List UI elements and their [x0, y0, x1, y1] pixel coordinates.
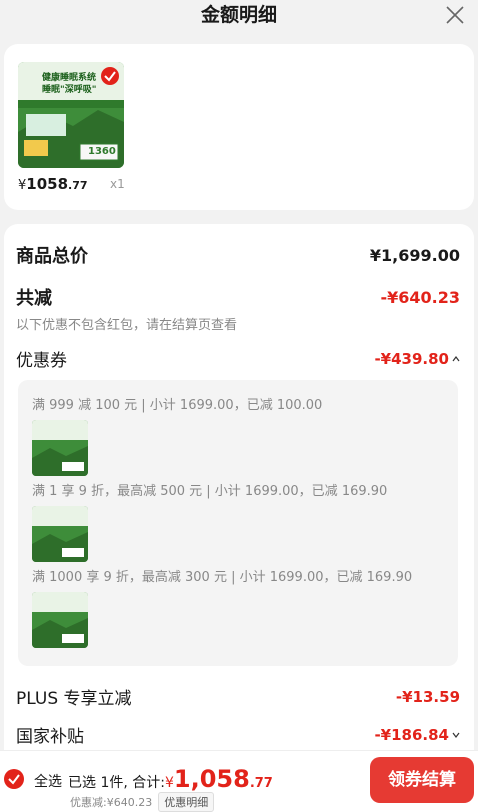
coupon-item-3: 满 1000 享 9 折，最高减 300 元 | 小计 1699.00，已减 1… — [32, 570, 413, 585]
coupon-value: -¥439.80 — [374, 349, 449, 368]
price-detail-card: 商品总价 ¥1,699.00 共减 -¥640.23 以下优惠不包含红包，请在结… — [4, 224, 474, 784]
product-price: ¥1058.77 — [18, 175, 88, 193]
checkout-button[interactable]: 领券结算 — [370, 757, 474, 803]
product-card: 健康睡眠系统 睡眠"深呼吸" 1360 ¥1058.77 x1 — [4, 44, 474, 210]
reduce-label: 共减 — [16, 288, 52, 309]
total-row: 商品总价 ¥1,699.00 — [16, 242, 460, 268]
total-value: ¥1,699.00 — [369, 245, 460, 265]
total-label: 商品总价 — [16, 246, 88, 267]
thumb-promo: 1360 — [88, 146, 116, 157]
chevron-down-icon[interactable] — [452, 731, 460, 739]
coupon-item-1-thumb — [32, 420, 88, 476]
coupon-item-3-thumb — [32, 592, 88, 648]
plus-value: -¥13.59 — [395, 687, 460, 706]
reduce-value: -¥640.23 — [380, 287, 460, 307]
product-quantity: x1 — [110, 177, 125, 191]
saving-info: 优惠减:¥640.23 优惠明细 — [70, 792, 215, 812]
header: 金额明细 — [0, 0, 478, 36]
order-summary: 已选 1件, 合计:¥1,058.77 — [68, 765, 273, 793]
coupon-item-2-thumb — [32, 506, 88, 562]
coupon-detail-box: 满 999 减 100 元 | 小计 1699.00，已减 100.00 满 1… — [18, 380, 458, 666]
plus-row: PLUS 专享立减 -¥13.59 — [16, 684, 460, 710]
subsidy-row[interactable]: 国家补贴 -¥186.84 — [16, 722, 460, 747]
checkout-bar: 全选 已选 1件, 合计:¥1,058.77 优惠减:¥640.23 优惠明细 领… — [0, 750, 478, 812]
select-all-label[interactable]: 全选 — [34, 771, 62, 791]
summary-prefix: 已选 1件, 合计: — [68, 775, 165, 791]
coupon-row[interactable]: 优惠券 -¥439.80 — [16, 346, 460, 371]
close-icon[interactable] — [444, 4, 466, 26]
thumb-line2: 睡眠"深呼吸" — [42, 85, 97, 95]
chevron-up-icon[interactable] — [452, 355, 460, 363]
subsidy-value: -¥186.84 — [374, 725, 449, 744]
subsidy-label: 国家补贴 — [16, 727, 84, 747]
coupon-label: 优惠券 — [16, 351, 67, 371]
reduce-note: 以下优惠不包含红包，请在结算页查看 — [16, 318, 238, 333]
plus-label: PLUS 专享立减 — [16, 689, 132, 709]
check-circle-icon[interactable] — [4, 769, 24, 789]
page-title: 金额明细 — [200, 4, 277, 26]
saving-detail-tag[interactable]: 优惠明细 — [158, 792, 215, 812]
coupon-item-2: 满 1 享 9 折，最高减 500 元 | 小计 1699.00，已减 169.… — [32, 484, 388, 499]
reduce-row: 共减 -¥640.23 — [16, 284, 460, 310]
coupon-item-1: 满 999 减 100 元 | 小计 1699.00，已减 100.00 — [32, 398, 323, 413]
product-image[interactable]: 健康睡眠系统 睡眠"深呼吸" 1360 — [18, 62, 124, 168]
total-amount: 1,058 — [173, 765, 250, 793]
saving-text: 优惠减:¥640.23 — [70, 796, 153, 809]
